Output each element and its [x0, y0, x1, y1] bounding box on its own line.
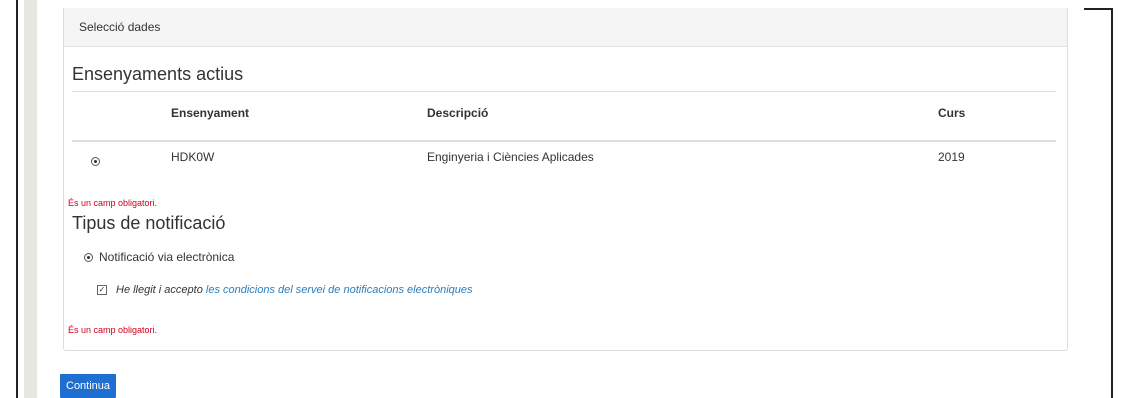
continue-button[interactable]: Continua: [60, 374, 117, 398]
electronic-notification-radio[interactable]: [84, 253, 93, 262]
notification-type-title: Tipus de notificació: [72, 213, 226, 233]
column-header-ensenyament: Ensenyament: [171, 106, 250, 120]
cell-descripcio: Enginyeria i Ciències Aplicades: [427, 150, 594, 164]
row-select-radio[interactable]: [91, 157, 100, 166]
column-header-descripcio: Descripció: [427, 106, 489, 120]
accept-terms-prefix: He llegit i accepto: [116, 284, 206, 296]
table-top-rule: [72, 91, 1056, 92]
window-right-border: [1111, 8, 1113, 398]
window-top-border: [1084, 8, 1113, 10]
panel-heading: Selecció dades: [64, 8, 1067, 47]
studies-error-message: És un camp obligatori.: [68, 198, 158, 208]
active-studies-title: Ensenyaments actius: [72, 64, 244, 84]
left-gutter: [24, 0, 37, 398]
column-header-curs: Curs: [938, 106, 966, 120]
electronic-notification-label: Notificació via electrònica: [99, 250, 235, 264]
accept-terms-checkbox[interactable]: ✓: [97, 285, 107, 295]
cell-ensenyament: HDK0W: [171, 150, 215, 164]
terms-conditions-link[interactable]: les condicions del servei de notificacio…: [206, 284, 473, 296]
accept-terms-text: He llegit i accepto les condicions del s…: [116, 284, 473, 296]
cell-curs: 2019: [938, 150, 965, 164]
window-left-border: [16, 0, 18, 398]
table-header-rule: [72, 140, 1056, 142]
notification-error-message: És un camp obligatori.: [68, 325, 158, 335]
data-selection-panel: Selecció dades Ensenyaments actius Ensen…: [63, 8, 1068, 351]
